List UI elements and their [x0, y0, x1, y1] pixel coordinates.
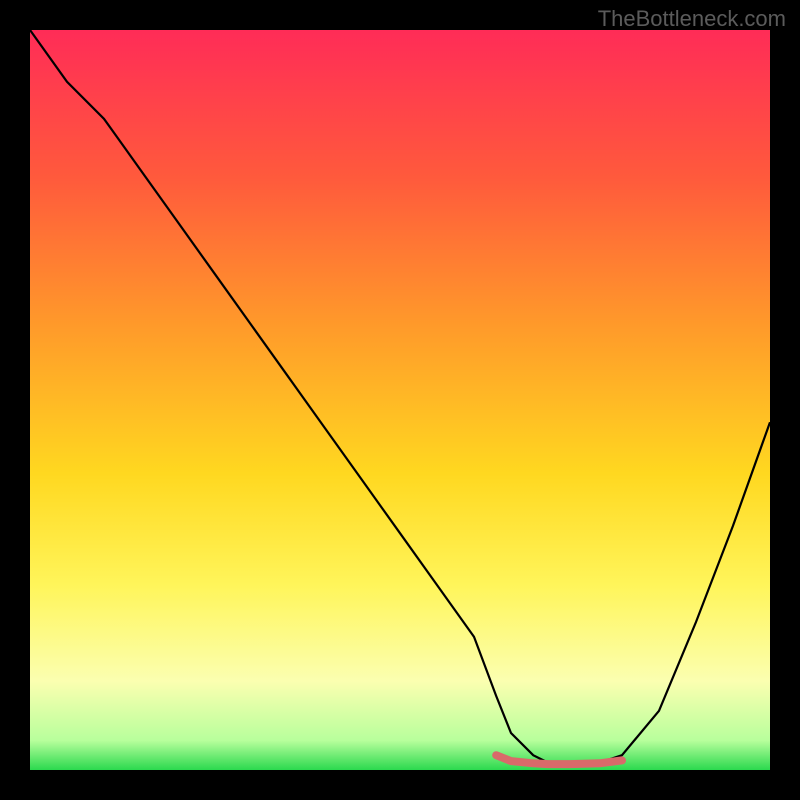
chart-svg [30, 30, 770, 770]
watermark-text: TheBottleneck.com [598, 6, 786, 32]
gradient-background [30, 30, 770, 770]
chart-container [30, 30, 770, 770]
